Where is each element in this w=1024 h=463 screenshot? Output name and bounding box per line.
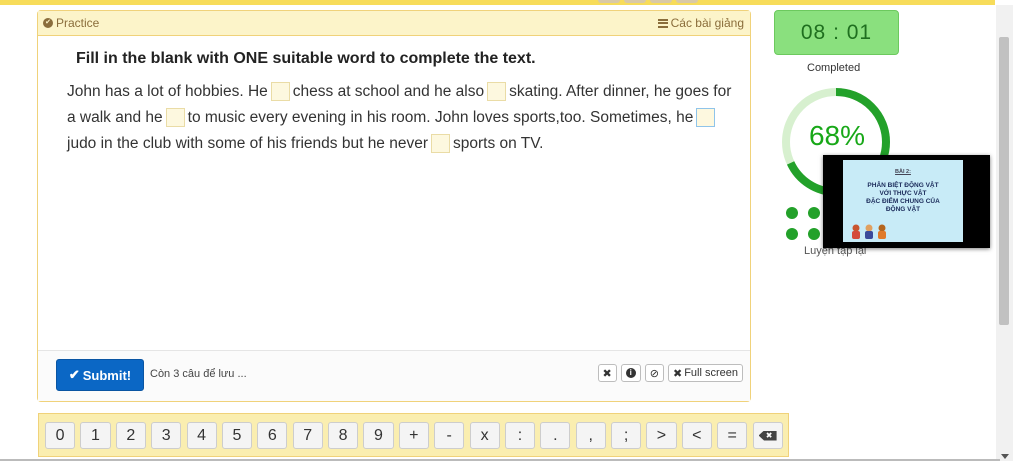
fullscreen-label: Full screen: [684, 367, 738, 379]
blank-input-5[interactable]: [431, 134, 451, 154]
submit-label: Submit!: [82, 367, 132, 383]
key-0[interactable]: 0: [45, 422, 76, 449]
key-7[interactable]: 7: [292, 422, 323, 449]
key-semicolon[interactable]: ;: [611, 422, 642, 449]
key-3[interactable]: 3: [151, 422, 182, 449]
top-tab[interactable]: [650, 0, 672, 3]
cartoon-figures-icon: [852, 224, 886, 239]
block-icon: ⊘: [649, 367, 659, 380]
question-dot[interactable]: [786, 207, 798, 219]
passage-text: judo in the club with some of his friend…: [67, 135, 429, 152]
key-comma[interactable]: ,: [575, 422, 606, 449]
check-circle-icon: ✔: [43, 18, 53, 28]
panel-footer: ✔ Submit! Còn 3 câu để lưu ... ✖ i ⊘ ✖ F…: [38, 350, 750, 401]
question-dot[interactable]: [808, 228, 820, 240]
key-6[interactable]: 6: [257, 422, 288, 449]
key-1[interactable]: 1: [80, 422, 111, 449]
lessons-link[interactable]: Các bài giảng: [657, 16, 744, 30]
practice-tag: ✔ Practice: [43, 16, 99, 30]
video-thumbnail[interactable]: BÀI 2: PHÂN BIỆT ĐỘNG VẬT VỚI THỰC VẬT Đ…: [823, 155, 990, 248]
passage-text: John has a lot of hobbies. He: [67, 83, 268, 100]
backspace-icon: ✖: [758, 430, 777, 441]
exercise-instruction: Fill in the blank with ONE suitable word…: [76, 50, 536, 67]
practice-label: Practice: [56, 16, 100, 30]
fullscreen-icon: ✖: [672, 367, 683, 380]
block-button[interactable]: ⊘: [644, 364, 664, 382]
key-multiply[interactable]: x: [469, 422, 500, 449]
checkmark-icon: ✔: [68, 367, 80, 382]
passage-text: to music every evening in his room. John…: [187, 109, 694, 126]
panel-header: ✔ Practice Các bài giảng: [38, 11, 750, 36]
exercise-panel: ✔ Practice Các bài giảng Fill in the bla…: [37, 10, 751, 402]
info-icon: i: [625, 368, 636, 378]
key-period[interactable]: .: [540, 422, 571, 449]
key-backspace[interactable]: ✖: [752, 422, 783, 449]
key-2[interactable]: 2: [115, 422, 146, 449]
info-button[interactable]: i: [620, 364, 641, 382]
key-8[interactable]: 8: [328, 422, 359, 449]
blank-input-3[interactable]: [165, 108, 185, 128]
key-greater-than[interactable]: >: [646, 422, 677, 449]
key-colon[interactable]: :: [504, 422, 536, 449]
completed-label: Completed: [807, 62, 861, 74]
close-button[interactable]: ✖: [597, 364, 617, 382]
key-plus[interactable]: +: [398, 422, 429, 449]
keypad: 0 1 2 3 4 5 6 7 8 9 + - x : . , ; > < = …: [38, 413, 789, 457]
blank-input-2[interactable]: [487, 82, 507, 102]
question-dot[interactable]: [808, 207, 820, 219]
video-slide: BÀI 2: PHÂN BIỆT ĐỘNG VẬT VỚI THỰC VẬT Đ…: [843, 160, 963, 242]
blank-input-4[interactable]: [696, 108, 716, 128]
top-tabs: [598, 0, 698, 3]
blank-input-1[interactable]: [270, 82, 290, 102]
page-scrollbar[interactable]: [996, 5, 1013, 461]
scroll-down-arrow-icon[interactable]: [1001, 454, 1009, 459]
exercise-passage: John has a lot of hobbies. He chess at sc…: [67, 79, 739, 157]
lessons-label: Các bài giảng: [670, 16, 744, 30]
key-4[interactable]: 4: [186, 422, 217, 449]
percent-complete: 68%: [808, 120, 866, 151]
top-toolbar-strip: [0, 0, 995, 5]
key-5[interactable]: 5: [221, 422, 253, 449]
top-tab[interactable]: [598, 0, 620, 3]
question-dot[interactable]: [786, 228, 798, 240]
top-tab[interactable]: [676, 0, 698, 3]
key-minus[interactable]: -: [434, 422, 465, 449]
key-equals[interactable]: =: [717, 422, 748, 449]
lesson-number: BÀI 2:: [895, 169, 911, 175]
key-less-than[interactable]: <: [681, 422, 712, 449]
key-9[interactable]: 9: [363, 422, 394, 449]
close-icon: ✖: [602, 367, 612, 380]
lesson-title: PHÂN BIỆT ĐỘNG VẬT VỚI THỰC VẬT ĐẶC ĐIỂM…: [866, 182, 940, 213]
countdown-timer: 08 : 01: [774, 10, 899, 55]
fullscreen-button[interactable]: ✖ Full screen: [667, 364, 743, 382]
bottom-divider: [0, 459, 1000, 461]
list-icon: [657, 18, 668, 28]
passage-text: sports on TV.: [453, 135, 544, 152]
passage-text: chess at school and he also: [292, 83, 485, 100]
scrollbar-thumb[interactable]: [999, 37, 1009, 325]
top-tab[interactable]: [624, 0, 646, 3]
save-note: Còn 3 câu để lưu ...: [150, 368, 247, 380]
submit-button[interactable]: ✔ Submit!: [56, 359, 144, 391]
tool-buttons: ✖ i ⊘ ✖ Full screen: [597, 364, 743, 382]
